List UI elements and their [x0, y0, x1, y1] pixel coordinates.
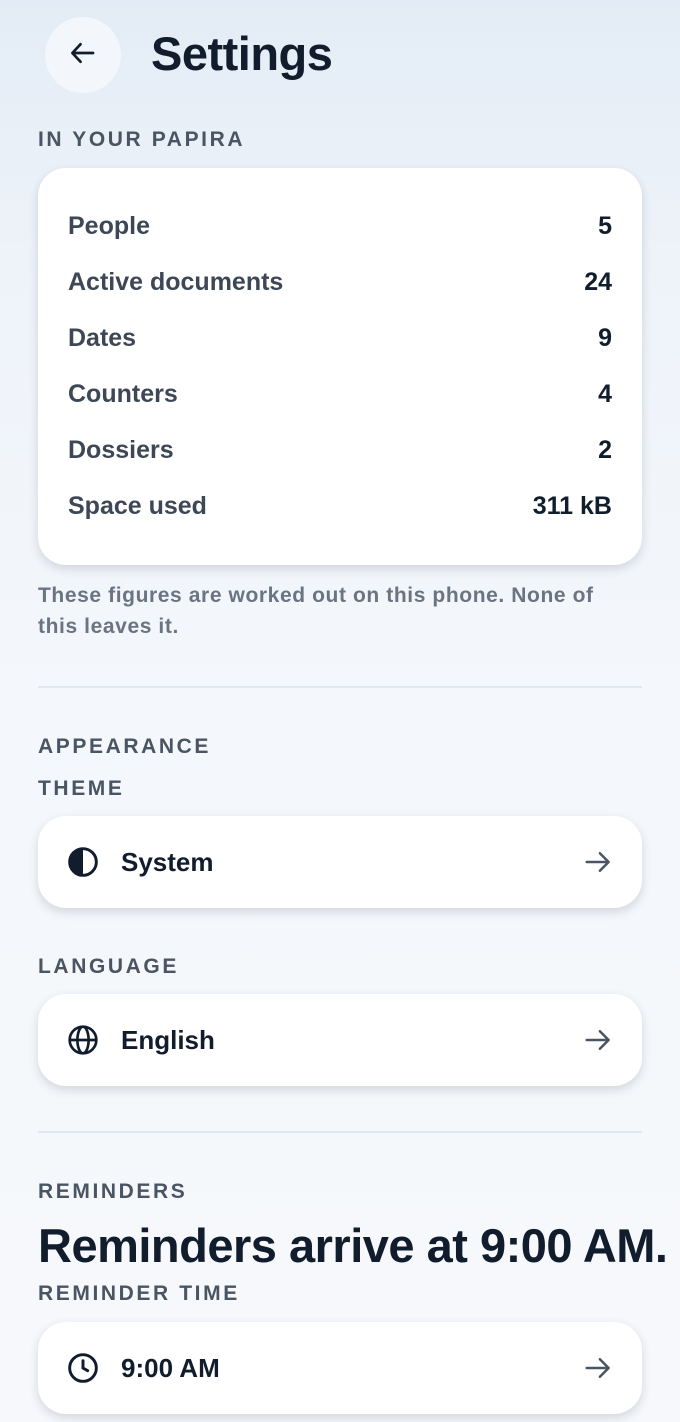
- language-value: English: [121, 1024, 215, 1055]
- divider: [38, 1131, 642, 1133]
- stats-card: People 5 Active documents 24 Dates 9 Cou…: [38, 168, 642, 565]
- app-header: Settings: [0, 0, 680, 112]
- language-label: LANGUAGE: [38, 955, 179, 978]
- reminder-time-selector[interactable]: 9:00 AM: [38, 1322, 642, 1414]
- theme-selector[interactable]: System: [38, 816, 642, 908]
- globe-icon: [66, 1023, 100, 1057]
- stat-label: Dates: [68, 323, 137, 352]
- stat-row-people: People 5: [68, 206, 612, 246]
- arrow-right-icon: [582, 846, 614, 878]
- stat-label: People: [68, 211, 150, 240]
- arrow-right-icon: [582, 1352, 614, 1384]
- arrow-left-icon: [68, 38, 98, 73]
- clock-icon: [66, 1351, 100, 1385]
- reminder-time-label: REMINDER TIME: [38, 1282, 240, 1305]
- stat-row-dates: Dates 9: [68, 318, 612, 358]
- section-label-appearance: APPEARANCE: [38, 735, 212, 758]
- stat-label: Space used: [68, 491, 207, 520]
- stat-label: Counters: [68, 379, 178, 408]
- contrast-icon: [66, 845, 100, 879]
- theme-value: System: [121, 846, 214, 877]
- stat-value: 9: [598, 323, 612, 352]
- stat-row-dossiers: Dossiers 2: [68, 430, 612, 470]
- stat-row-active-documents: Active documents 24: [68, 262, 612, 302]
- back-button[interactable]: [45, 17, 121, 93]
- stat-value: 2: [598, 435, 612, 464]
- language-selector[interactable]: English: [38, 994, 642, 1086]
- privacy-note: These figures are worked out on this pho…: [38, 584, 594, 638]
- reminder-summary: Reminders arrive at 9:00 AM.: [38, 1219, 668, 1272]
- stat-row-space-used: Space used 311 kB: [68, 486, 612, 526]
- stat-label: Active documents: [68, 267, 284, 296]
- arrow-right-icon: [582, 1024, 614, 1056]
- theme-label: THEME: [38, 777, 125, 800]
- reminder-time-value: 9:00 AM: [121, 1352, 220, 1383]
- stat-label: Dossiers: [68, 435, 174, 464]
- stat-row-counters: Counters 4: [68, 374, 612, 414]
- stat-value: 4: [598, 379, 612, 408]
- stat-value: 5: [598, 211, 612, 240]
- divider: [38, 686, 642, 688]
- stat-value: 311 kB: [532, 491, 612, 520]
- section-label-reminders: REMINDERS: [38, 1180, 188, 1203]
- page-title: Settings: [151, 27, 333, 80]
- section-label-in-your-papira: IN YOUR PAPIRA: [38, 128, 246, 151]
- stat-value: 24: [584, 267, 612, 296]
